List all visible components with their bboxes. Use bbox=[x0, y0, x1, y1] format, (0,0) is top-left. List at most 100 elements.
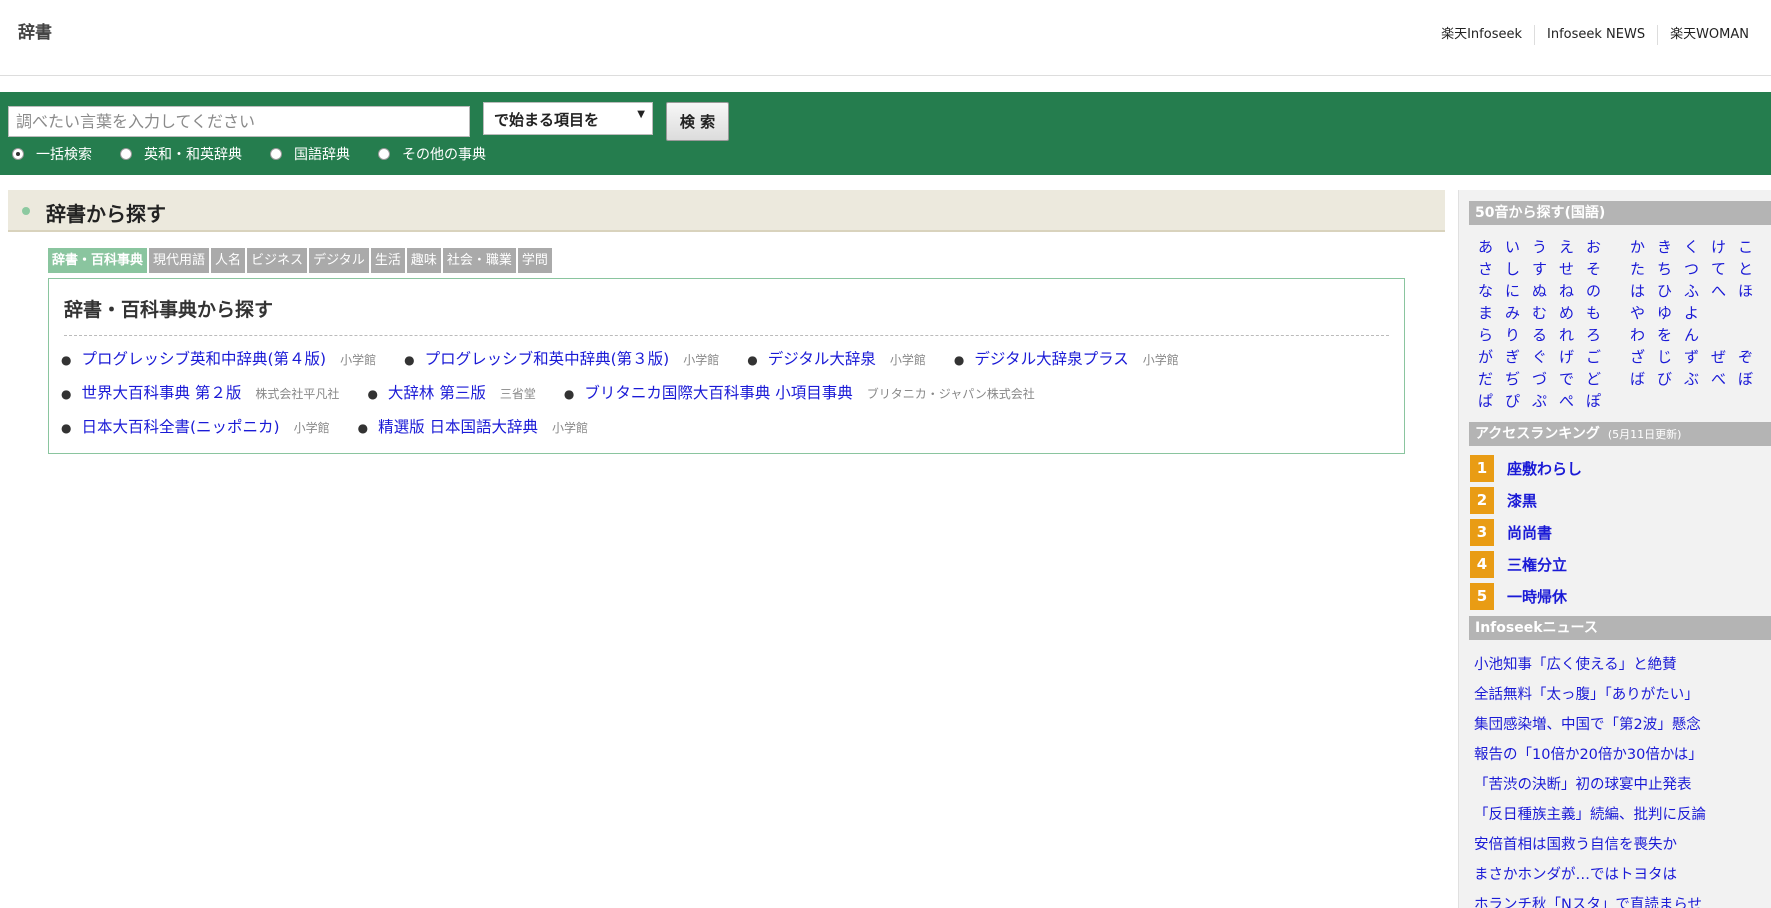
kana-link[interactable]: ね bbox=[1553, 280, 1580, 302]
kana-link[interactable]: ご bbox=[1580, 346, 1607, 368]
kana-link[interactable]: と bbox=[1732, 258, 1759, 280]
ranking-link[interactable]: 一時帰休 bbox=[1507, 586, 1567, 607]
kana-link[interactable]: あ bbox=[1472, 236, 1499, 258]
dictionary-link[interactable]: プログレッシブ和英中辞典(第３版) bbox=[425, 347, 670, 369]
tab-hobby[interactable]: 趣味 bbox=[406, 248, 441, 273]
dictionary-link[interactable]: 世界大百科事典 第２版 bbox=[81, 381, 241, 403]
kana-link[interactable]: ど bbox=[1580, 368, 1607, 390]
kana-link[interactable]: る bbox=[1526, 324, 1553, 346]
ranking-link[interactable]: 尚尚書 bbox=[1507, 522, 1552, 543]
kana-link[interactable]: べ bbox=[1705, 368, 1732, 390]
kana-link[interactable]: ぎ bbox=[1499, 346, 1526, 368]
kana-link[interactable]: ぺ bbox=[1553, 390, 1580, 412]
tab-modern-terms[interactable]: 現代用語 bbox=[149, 248, 210, 273]
kana-link[interactable]: い bbox=[1499, 236, 1526, 258]
header-link-infoseek-news[interactable]: Infoseek NEWS bbox=[1534, 25, 1657, 45]
kana-link[interactable]: ぷ bbox=[1526, 390, 1553, 412]
kana-link[interactable]: ま bbox=[1472, 302, 1499, 324]
kana-link[interactable]: ず bbox=[1678, 346, 1705, 368]
dictionary-link[interactable]: 大辞林 第三版 bbox=[388, 381, 486, 403]
radio-indicator[interactable] bbox=[378, 148, 390, 160]
kana-link[interactable]: げ bbox=[1553, 346, 1580, 368]
kana-link[interactable]: ら bbox=[1472, 324, 1499, 346]
kana-link[interactable]: て bbox=[1705, 258, 1732, 280]
dictionary-link[interactable]: 精選版 日本国語大辞典 bbox=[378, 415, 538, 437]
kana-link[interactable]: で bbox=[1553, 368, 1580, 390]
kana-link[interactable]: ぽ bbox=[1580, 390, 1607, 412]
kana-link[interactable]: た bbox=[1624, 258, 1651, 280]
kana-link[interactable]: き bbox=[1651, 236, 1678, 258]
kana-link[interactable]: う bbox=[1526, 236, 1553, 258]
radio-indicator[interactable] bbox=[12, 148, 24, 160]
news-link[interactable]: 安倍首相は国救う自信を喪失か bbox=[1474, 834, 1706, 864]
kana-link[interactable]: づ bbox=[1526, 368, 1553, 390]
tab-digital[interactable]: デジタル bbox=[309, 248, 369, 273]
kana-link[interactable]: わ bbox=[1624, 324, 1651, 346]
search-mode-select[interactable]: で始まる項目を ▼ bbox=[483, 102, 653, 135]
news-link[interactable]: 小池知事「広く使える」と絶賛 bbox=[1474, 654, 1706, 684]
kana-link[interactable]: よ bbox=[1678, 302, 1705, 324]
dictionary-link[interactable]: デジタル大辞泉プラス bbox=[974, 347, 1128, 369]
kana-link[interactable]: ほ bbox=[1732, 280, 1759, 302]
kana-link[interactable]: つ bbox=[1678, 258, 1705, 280]
radio-indicator[interactable] bbox=[270, 148, 282, 160]
site-logo[interactable]: 辞書 bbox=[18, 18, 52, 43]
news-link[interactable]: 報告の「10倍か20倍か30倍かは」 bbox=[1474, 744, 1706, 774]
kana-link[interactable]: ひ bbox=[1651, 280, 1678, 302]
news-link[interactable]: 「反日種族主義」続編、批判に反論 bbox=[1474, 804, 1706, 834]
kana-link[interactable]: も bbox=[1580, 302, 1607, 324]
kana-link[interactable]: そ bbox=[1580, 258, 1607, 280]
kana-link[interactable]: り bbox=[1499, 324, 1526, 346]
kana-link[interactable]: ぱ bbox=[1472, 390, 1499, 412]
kana-link[interactable]: ぴ bbox=[1499, 390, 1526, 412]
kana-link[interactable]: ぬ bbox=[1526, 280, 1553, 302]
radio-all[interactable]: 一括検索 bbox=[12, 144, 92, 164]
kana-link[interactable]: し bbox=[1499, 258, 1526, 280]
kana-link[interactable]: へ bbox=[1705, 280, 1732, 302]
kana-link[interactable]: え bbox=[1553, 236, 1580, 258]
kana-link[interactable]: ん bbox=[1678, 324, 1705, 346]
kana-link[interactable]: だ bbox=[1472, 368, 1499, 390]
kana-link[interactable]: ざ bbox=[1624, 346, 1651, 368]
kana-link[interactable]: れ bbox=[1553, 324, 1580, 346]
kana-link[interactable]: こ bbox=[1732, 236, 1759, 258]
tab-life[interactable]: 生活 bbox=[370, 248, 405, 273]
kana-link[interactable]: ふ bbox=[1678, 280, 1705, 302]
ranking-link[interactable]: 漆黒 bbox=[1507, 490, 1537, 511]
kana-link[interactable]: は bbox=[1624, 280, 1651, 302]
kana-link[interactable]: ぼ bbox=[1732, 368, 1759, 390]
kana-link[interactable]: じ bbox=[1651, 346, 1678, 368]
dictionary-link[interactable]: 日本大百科全書(ニッポニカ) bbox=[81, 415, 279, 437]
tab-dictionaries[interactable]: 辞書・百科事典 bbox=[48, 248, 148, 273]
kana-link[interactable]: す bbox=[1526, 258, 1553, 280]
kana-link[interactable]: な bbox=[1472, 280, 1499, 302]
kana-link[interactable]: を bbox=[1651, 324, 1678, 346]
tab-academic[interactable]: 学問 bbox=[517, 248, 552, 273]
kana-link[interactable]: く bbox=[1678, 236, 1705, 258]
kana-link[interactable]: ろ bbox=[1580, 324, 1607, 346]
kana-link[interactable]: の bbox=[1580, 280, 1607, 302]
ranking-link[interactable]: 座敷わらし bbox=[1507, 458, 1582, 479]
kana-link[interactable]: ぐ bbox=[1526, 346, 1553, 368]
kana-link[interactable]: ち bbox=[1651, 258, 1678, 280]
ranking-link[interactable]: 三権分立 bbox=[1507, 554, 1567, 575]
kana-link[interactable]: か bbox=[1624, 236, 1651, 258]
kana-link[interactable]: が bbox=[1472, 346, 1499, 368]
kana-link[interactable]: け bbox=[1705, 236, 1732, 258]
header-link-rakuten-infoseek[interactable]: 楽天Infoseek bbox=[1429, 25, 1534, 45]
news-link[interactable]: 「苦渋の決断」初の球宴中止発表 bbox=[1474, 774, 1706, 804]
radio-japanese[interactable]: 国語辞典 bbox=[270, 144, 350, 164]
news-link[interactable]: ホランチ秋「Nスタ」で直読まらせ bbox=[1474, 894, 1706, 908]
kana-link[interactable]: さ bbox=[1472, 258, 1499, 280]
kana-link[interactable]: せ bbox=[1553, 258, 1580, 280]
news-link[interactable]: まさかホンダが…ではトヨタは bbox=[1474, 864, 1706, 894]
radio-other[interactable]: その他の事典 bbox=[378, 144, 486, 164]
kana-link[interactable]: び bbox=[1651, 368, 1678, 390]
search-button[interactable]: 検 索 bbox=[666, 102, 729, 141]
kana-link[interactable]: ゆ bbox=[1651, 302, 1678, 324]
kana-link[interactable]: ぜ bbox=[1705, 346, 1732, 368]
dictionary-link[interactable]: ブリタニカ国際大百科事典 小項目事典 bbox=[584, 381, 852, 403]
kana-link[interactable]: ぢ bbox=[1499, 368, 1526, 390]
kana-link[interactable]: む bbox=[1526, 302, 1553, 324]
tab-business[interactable]: ビジネス bbox=[247, 248, 308, 273]
